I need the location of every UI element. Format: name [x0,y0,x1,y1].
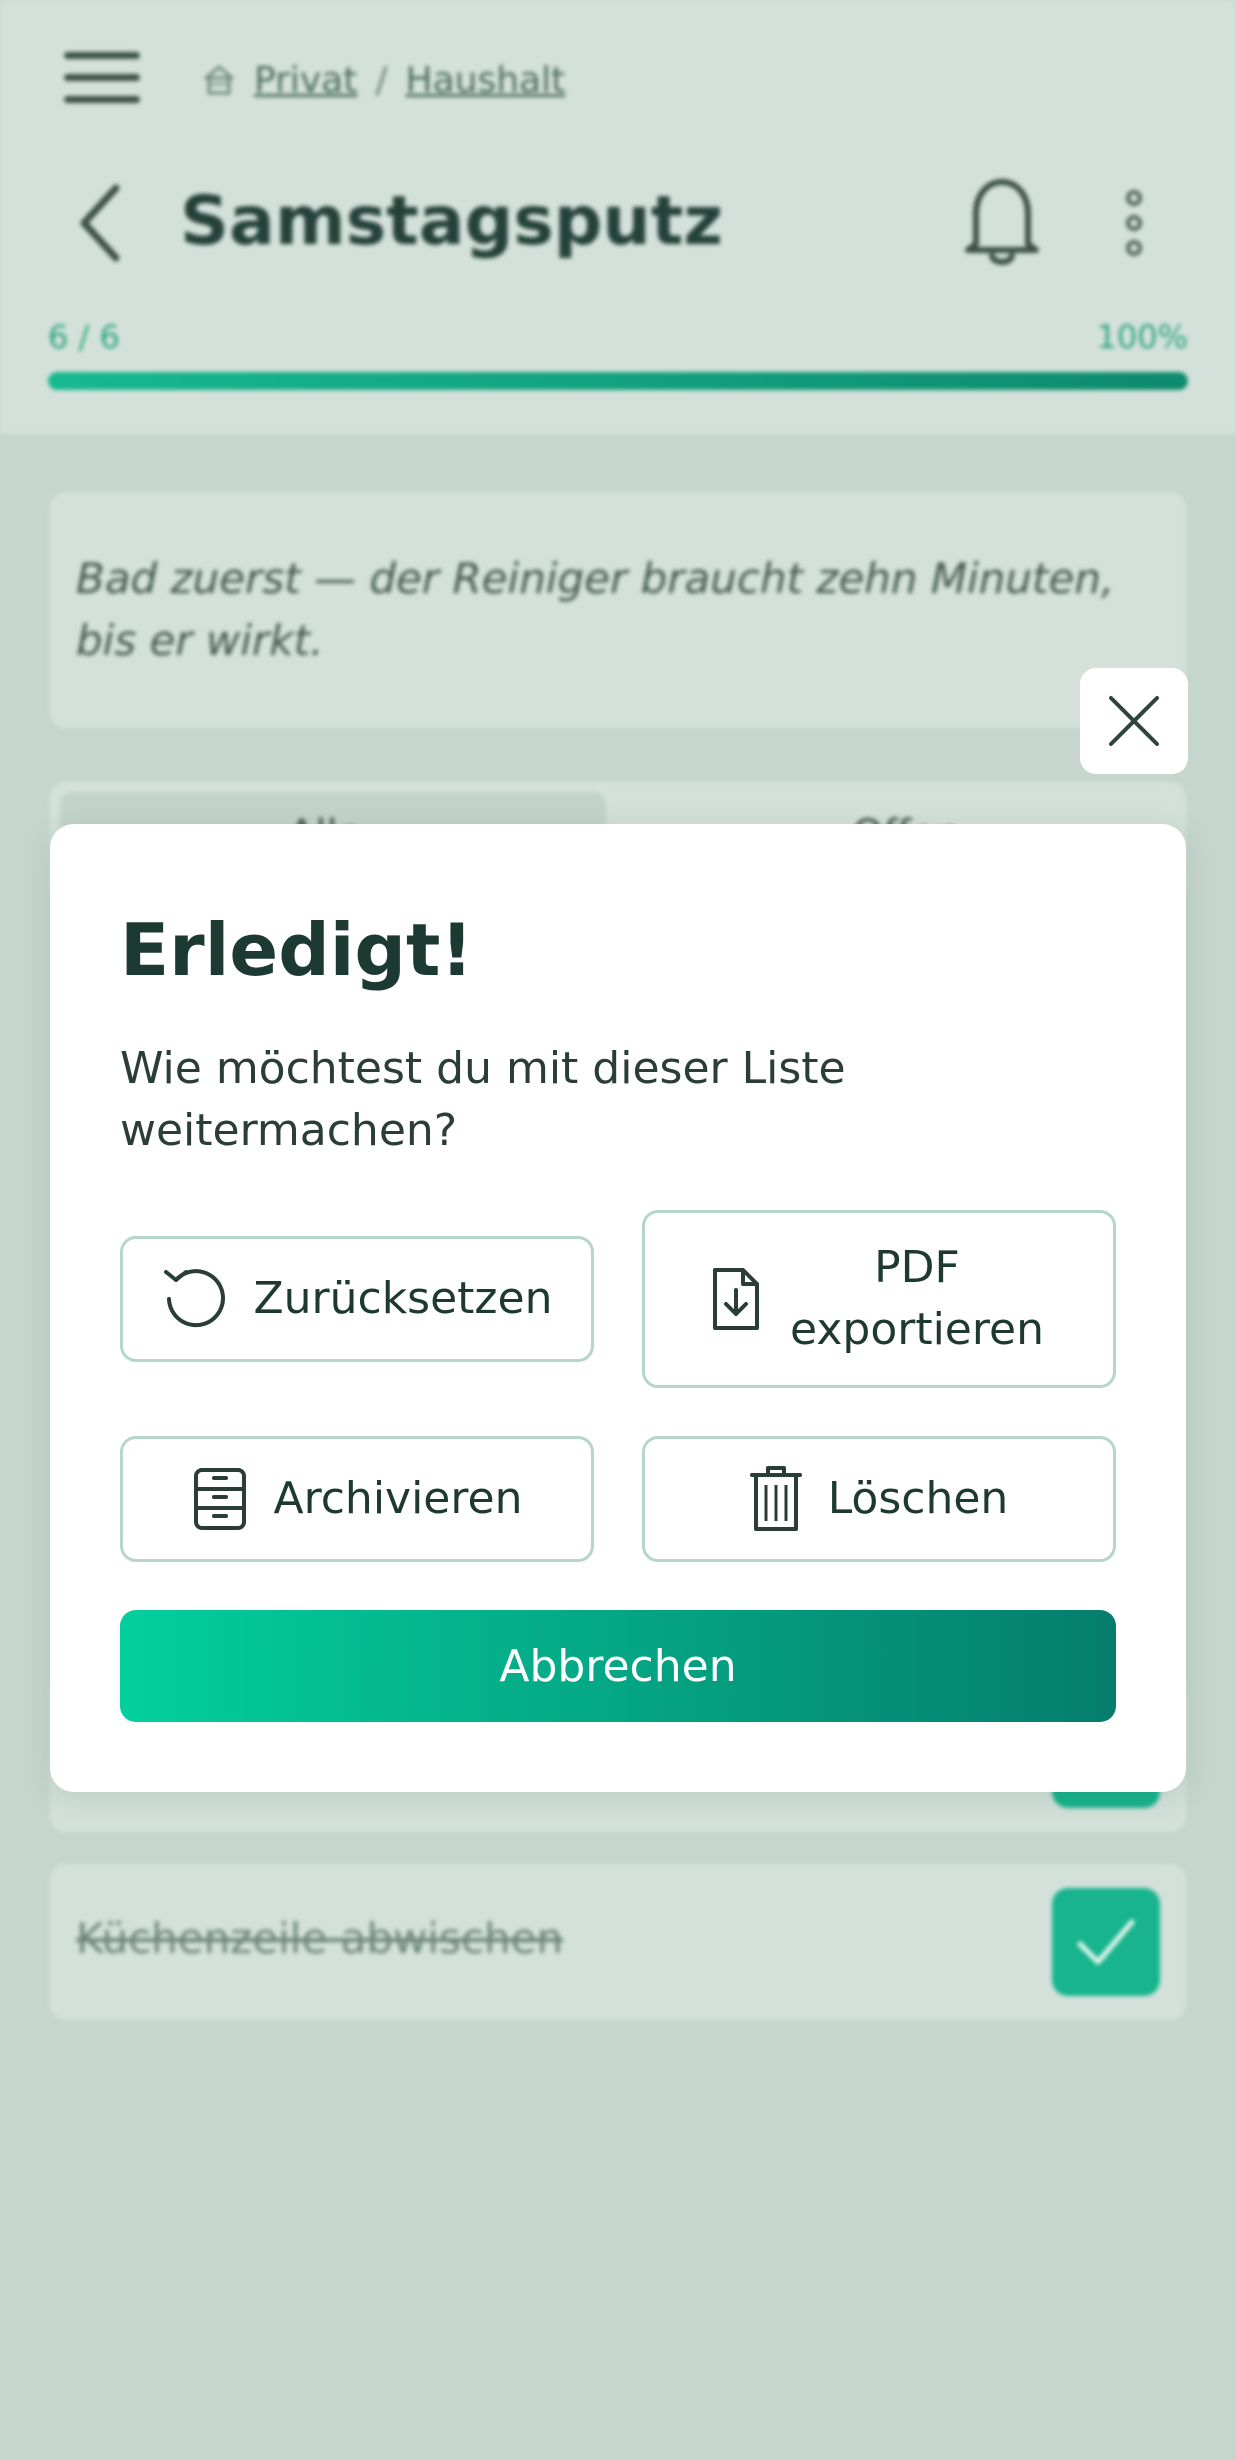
delete-button-label: Löschen [827,1473,1009,1524]
progress-bar-fill [48,372,1188,390]
cancel-button[interactable]: Abbrechen [120,1610,1116,1722]
export-pdf-button-label: PDF exportieren [790,1242,1044,1355]
home-icon [204,65,234,95]
check-icon [1077,1919,1135,1965]
reset-button-label: Zurücksetzen [253,1273,553,1324]
dialog-message: Wie möchtest du mit dieser Liste weiterm… [120,1043,846,1156]
progress-bar [48,372,1188,390]
hamburger-icon[interactable] [64,52,140,104]
task-checkbox[interactable] [1052,1888,1160,1996]
archive-button-label: Archivieren [273,1473,523,1524]
page-title: Samstagsputz [180,182,723,261]
task-label: Küchenzeile abwischen [76,1914,564,1963]
chevron-left-icon[interactable] [72,178,128,268]
list-item: Küchenzeile abwischen [50,1864,1186,2020]
close-icon [1109,696,1159,746]
refresh-icon [163,1269,225,1328]
breadcrumb-separator: / [375,59,388,101]
bell-icon[interactable] [962,172,1042,268]
delete-button[interactable]: Löschen [642,1436,1116,1562]
breadcrumb-item-privat[interactable]: Privat [254,60,357,101]
close-dialog-button[interactable] [1080,668,1188,774]
file-download-icon [713,1268,759,1330]
trash-icon [749,1466,802,1531]
dialog-title: Erledigt! [120,908,474,992]
top-bar: Privat / Haushalt Samstagsputz 6 / 6 100… [0,0,1236,436]
breadcrumb-item-haushalt[interactable]: Haushalt [406,60,566,101]
breadcrumb: Privat / Haushalt [202,56,565,104]
export-pdf-button[interactable]: PDF exportieren [642,1210,1116,1388]
kebab-icon[interactable] [1120,190,1148,256]
progress-percent: 100% [1096,318,1188,356]
completion-dialog: Erledigt! Wie möchtest du mit dieser Lis… [50,824,1186,1792]
list-note: Bad zuerst — der Reiniger braucht zehn M… [50,492,1186,728]
archive-button[interactable]: Archivieren [120,1436,594,1562]
progress-count: 6 / 6 [48,318,120,356]
cabinet-icon [193,1468,246,1530]
reset-button[interactable]: Zurücksetzen [120,1236,594,1362]
